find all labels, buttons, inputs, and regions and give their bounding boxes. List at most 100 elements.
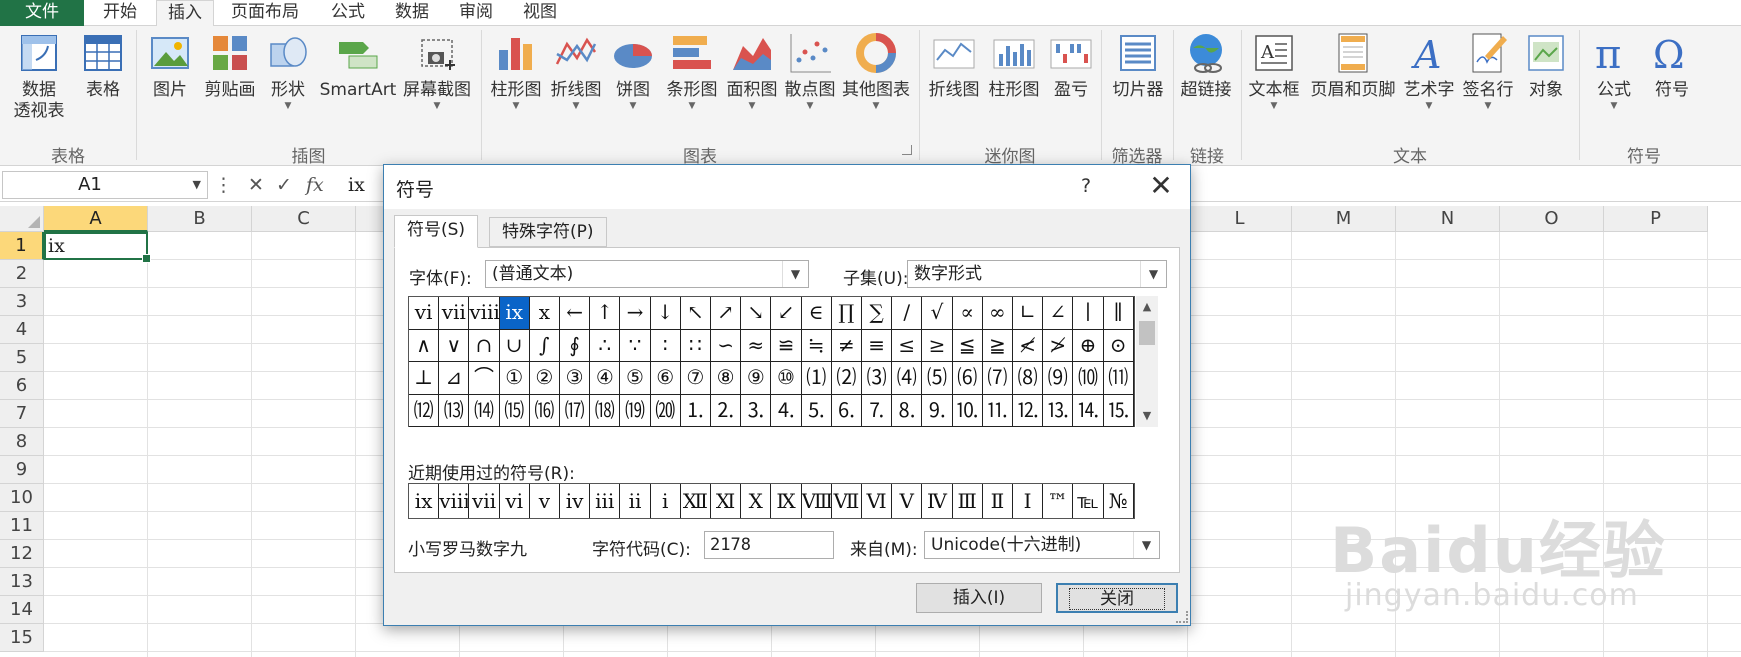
symbol-grid-scrollbar[interactable]: ▲ ▼ (1136, 296, 1158, 427)
symbol-cell[interactable]: ≌ (771, 329, 802, 362)
symbol-cell[interactable]: ⒉ (711, 394, 742, 427)
line-chart-button[interactable]: 折线图 ▼ (546, 30, 606, 111)
shapes-button[interactable]: 形状 ▼ (264, 30, 312, 111)
symbol-cell[interactable]: ≯ (1043, 329, 1074, 362)
symbol-cell[interactable]: ≦ (952, 329, 983, 362)
row-header[interactable]: 9 (0, 456, 44, 484)
recent-symbol-cell[interactable]: Ⅰ (1013, 484, 1044, 518)
symbol-cell[interactable]: ⒎ (862, 394, 893, 427)
symbol-cell[interactable]: ∮ (560, 329, 591, 362)
symbol-cell[interactable]: ⒃ (529, 394, 560, 427)
column-header[interactable]: B (148, 206, 252, 232)
chevron-down-icon[interactable]: ▼ (1133, 532, 1159, 558)
symbol-cell[interactable]: ∵ (620, 329, 651, 362)
tab-data[interactable]: 数据 (384, 0, 440, 26)
tab-home[interactable]: 开始 (90, 0, 150, 26)
tab-page-layout[interactable]: 页面布局 (222, 0, 308, 26)
column-header[interactable]: A (44, 206, 148, 232)
symbol-cell[interactable]: ④ (590, 362, 621, 395)
symbol-cell[interactable]: ⒅ (590, 394, 621, 427)
row-header[interactable]: 6 (0, 372, 44, 400)
recent-symbol-cell[interactable]: ⅱ (620, 484, 651, 518)
close-button[interactable]: 关闭 (1056, 583, 1178, 613)
tab-symbols[interactable]: 符号(S) (394, 215, 479, 248)
row-header[interactable]: 11 (0, 512, 44, 540)
symbol-cell[interactable]: ⑩ (771, 362, 802, 395)
area-chart-button[interactable]: 面积图 ▼ (722, 30, 782, 111)
recent-symbol-cell[interactable]: ⅸ (409, 484, 440, 518)
column-header[interactable]: L (1188, 206, 1292, 232)
column-header[interactable]: C (252, 206, 356, 232)
symbol-cell[interactable]: ⒍ (831, 394, 862, 427)
row-header[interactable]: 15 (0, 624, 44, 652)
symbol-cell[interactable]: ⒒ (982, 394, 1013, 427)
symbol-cell[interactable]: ⒂ (499, 394, 530, 427)
symbol-cell[interactable]: ⒋ (771, 394, 802, 427)
symbol-cell[interactable]: ⊥ (409, 362, 440, 395)
symbol-cell[interactable]: ∩ (469, 329, 500, 362)
other-charts-button[interactable]: 其他图表 ▼ (838, 30, 914, 111)
column-header[interactable]: O (1500, 206, 1604, 232)
symbol-cell[interactable]: ≡ (862, 329, 893, 362)
symbol-cell[interactable]: ∽ (711, 329, 742, 362)
symbol-cell[interactable]: ∕ (892, 297, 923, 330)
symbol-cell[interactable]: ⒀ (439, 394, 470, 427)
symbol-cell[interactable]: ⒄ (560, 394, 591, 427)
symbol-cell[interactable]: ⒕ (1073, 394, 1104, 427)
recent-symbol-cell[interactable]: Ⅱ (983, 484, 1013, 518)
symbol-cell[interactable]: ∨ (439, 329, 470, 362)
object-button[interactable]: 对象 (1520, 30, 1572, 101)
symbol-cell[interactable]: ③ (560, 362, 591, 395)
symbol-cell[interactable]: ⒌ (801, 394, 832, 427)
recent-symbol-cell[interactable]: Ⅸ (771, 484, 802, 518)
symbol-cell[interactable]: ∝ (952, 297, 983, 330)
recent-symbol-cell[interactable]: Ⅵ (862, 484, 893, 518)
scroll-down-icon[interactable]: ▼ (1136, 405, 1158, 427)
row-header[interactable]: 12 (0, 540, 44, 568)
row-header[interactable]: 2 (0, 260, 44, 288)
tab-special-characters[interactable]: 特殊字符(P) (489, 217, 607, 247)
symbol-cell[interactable]: ⒏ (892, 394, 923, 427)
chevron-down-icon[interactable]: ▼ (782, 261, 808, 287)
symbol-cell[interactable]: ≠ (831, 329, 862, 362)
equation-button[interactable]: π 公式 ▼ (1586, 30, 1642, 111)
recent-symbol-cell[interactable]: Ⅲ (953, 484, 983, 518)
name-box[interactable]: A1 ▼ (2, 171, 208, 199)
symbol-cell[interactable]: ⑼ (1043, 362, 1074, 395)
symbol-cell[interactable]: ∞ (982, 297, 1013, 330)
resize-grip-icon[interactable] (1176, 611, 1188, 623)
symbol-button[interactable]: Ω 符号 (1644, 30, 1700, 101)
symbol-cell[interactable]: ↓ (650, 297, 681, 330)
symbol-cell[interactable]: ⅹ (529, 297, 560, 330)
signature-line-button[interactable]: 签名行 ▼ (1458, 30, 1518, 111)
symbol-cell[interactable]: ∈ (801, 297, 832, 330)
enter-icon[interactable]: ✓ (276, 171, 292, 199)
pivot-table-button[interactable]: 数据 透视表 (4, 30, 74, 122)
screenshot-button[interactable]: 屏幕截图 ▼ (400, 30, 474, 111)
formula-input[interactable]: ix (348, 171, 365, 199)
symbol-cell[interactable]: ↙ (771, 297, 802, 330)
textbox-button[interactable]: A 文本框 ▼ (1244, 30, 1304, 111)
symbol-cell[interactable]: ∧ (409, 329, 440, 362)
symbol-cell[interactable]: ⑷ (892, 362, 923, 395)
tab-formulas[interactable]: 公式 (320, 0, 376, 26)
symbol-cell[interactable]: ⑵ (831, 362, 862, 395)
insert-function-icon[interactable]: fx (306, 171, 324, 199)
bar-chart-button[interactable]: 条形图 ▼ (662, 30, 722, 111)
symbol-cell[interactable]: ↘ (741, 297, 772, 330)
font-select[interactable]: (普通文本) ▼ (485, 260, 809, 288)
symbol-cell[interactable]: ∫ (529, 329, 560, 362)
row-header[interactable]: 1 (0, 232, 44, 260)
row-header[interactable]: 4 (0, 316, 44, 344)
symbol-cell[interactable]: ② (529, 362, 560, 395)
recent-symbol-cell[interactable]: ⅰ (651, 484, 681, 518)
scroll-up-icon[interactable]: ▲ (1136, 296, 1158, 318)
cancel-icon[interactable]: ✕ (248, 171, 264, 199)
wordart-button[interactable]: A 艺术字 ▼ (1400, 30, 1458, 111)
recent-symbol-cell[interactable]: Ⅹ (741, 484, 772, 518)
symbol-cell[interactable]: ⒔ (1043, 394, 1074, 427)
table-button[interactable]: 表格 (78, 30, 128, 101)
recent-symbol-cell[interactable]: ⅷ (439, 484, 470, 518)
symbol-cell[interactable]: ⊙ (1103, 329, 1134, 362)
symbol-cell[interactable]: ∥ (1103, 297, 1134, 330)
